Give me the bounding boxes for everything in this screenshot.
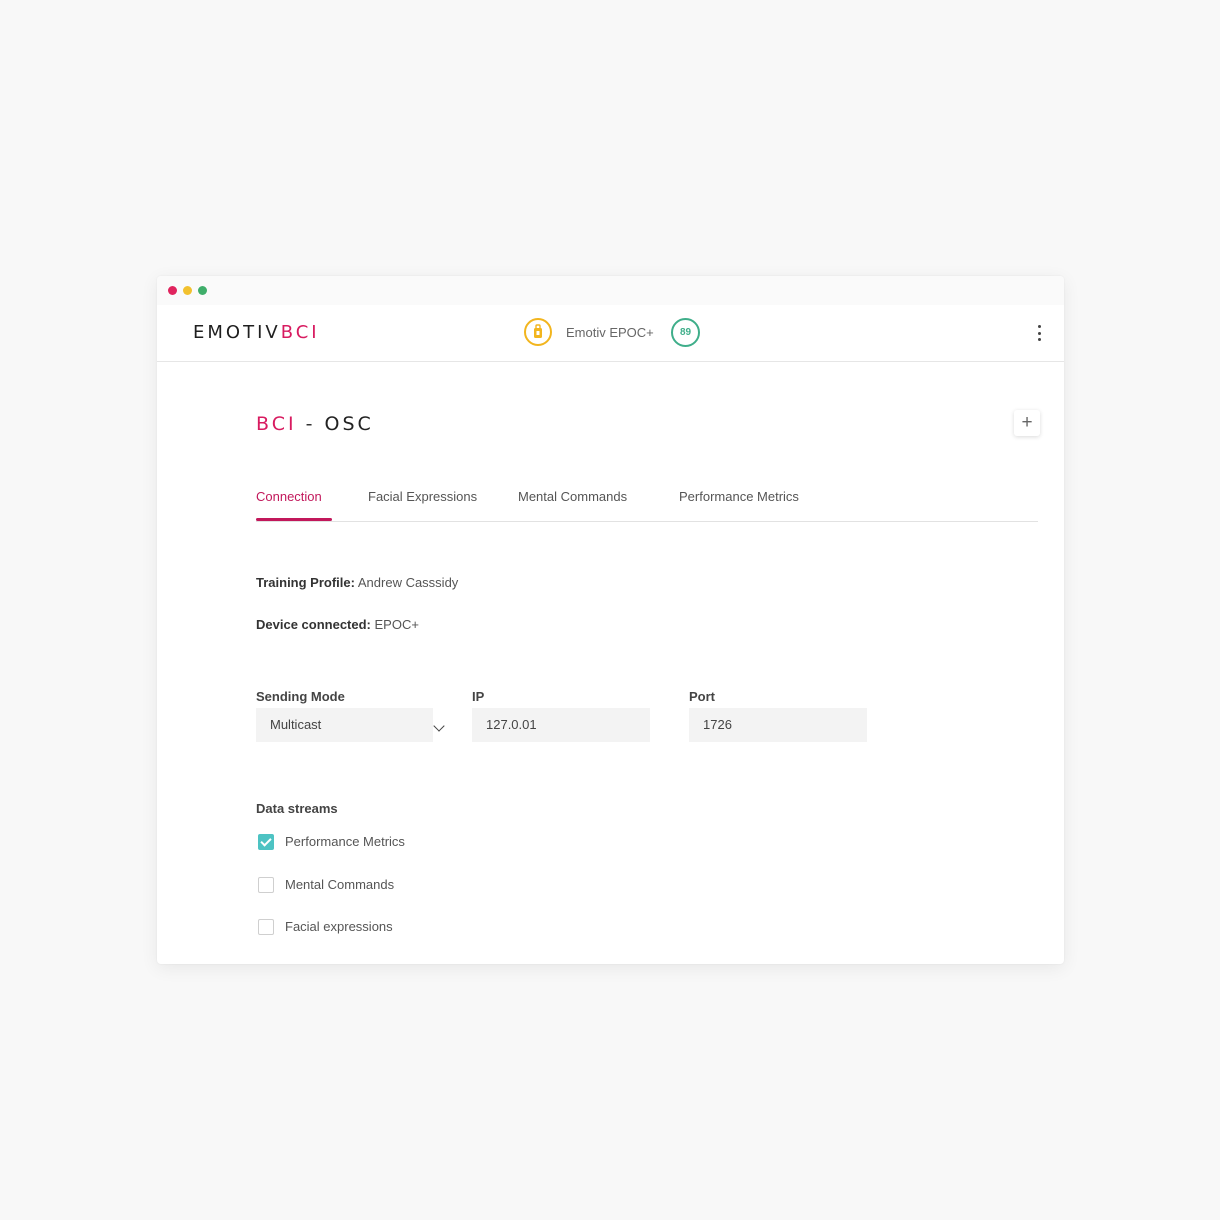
performance-metrics-checkbox[interactable] <box>258 834 274 850</box>
page-title-bci: BCI <box>256 413 297 435</box>
chevron-down-icon[interactable] <box>433 720 445 732</box>
app-header: EMOTIVBCI Emotiv EPOC+ 89 <box>157 305 1064 362</box>
tab-facial-expressions[interactable]: Facial Expressions <box>368 489 477 505</box>
sending-mode-select[interactable]: Multicast <box>256 708 433 742</box>
tab-mental-commands[interactable]: Mental Commands <box>518 489 627 505</box>
device-connected-label: Device connected: <box>256 617 371 632</box>
device-name: Emotiv EPOC+ <box>566 325 654 340</box>
ip-input[interactable]: 127.0.01 <box>472 708 650 742</box>
sending-mode-label: Sending Mode <box>256 689 345 704</box>
page-title-separator: - <box>305 413 316 435</box>
tab-connection[interactable]: Connection <box>256 489 322 505</box>
logo-text-bci: BCI <box>280 322 320 343</box>
tab-bar: Connection Facial Expressions Mental Com… <box>256 484 1038 522</box>
training-profile-value: Andrew Casssidy <box>357 575 459 590</box>
mental-commands-checkbox[interactable] <box>258 877 274 893</box>
training-profile-info: Training Profile: Andrew Casssidy <box>256 575 458 591</box>
checkbox-label: Mental Commands <box>285 877 395 892</box>
device-connected-info: Device connected: EPOC+ <box>256 617 419 633</box>
active-tab-indicator <box>256 518 332 521</box>
emotiv-bci-logo: EMOTIVBCI <box>193 321 320 345</box>
logo-text-emotiv: EMOTIV <box>193 322 281 343</box>
headset-connection-icon[interactable] <box>524 318 552 346</box>
tab-performance-metrics[interactable]: Performance Metrics <box>679 489 799 505</box>
page-title-osc: OSC <box>324 413 374 435</box>
facial-expressions-checkbox[interactable] <box>258 919 274 935</box>
checkbox-label: Performance Metrics <box>285 834 405 849</box>
port-input[interactable]: 1726 <box>689 708 867 742</box>
add-button[interactable]: + <box>1014 410 1040 436</box>
window-titlebar <box>157 276 1064 305</box>
battery-level-badge: 89 <box>671 318 700 347</box>
training-profile-label: Training Profile: <box>256 575 355 590</box>
device-connected-value: EPOC+ <box>374 617 419 632</box>
data-streams-label: Data streams <box>256 801 338 816</box>
port-label: Port <box>689 689 715 704</box>
page-title: BCI - OSC <box>256 412 374 436</box>
more-vertical-icon[interactable] <box>1029 323 1049 343</box>
maximize-window-button[interactable] <box>198 286 207 295</box>
minimize-window-button[interactable] <box>183 286 192 295</box>
checkbox-label: Facial expressions <box>285 919 393 934</box>
close-window-button[interactable] <box>168 286 177 295</box>
ip-label: IP <box>472 689 485 704</box>
app-window: EMOTIVBCI Emotiv EPOC+ 89 BCI - OSC + Co… <box>157 276 1064 964</box>
